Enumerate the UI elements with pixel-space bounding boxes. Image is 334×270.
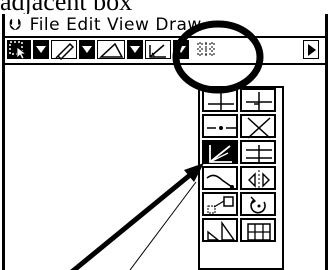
perpendicular-bisector-tool[interactable]	[240, 88, 276, 112]
intersection-icon	[247, 117, 271, 139]
grid-tool-button[interactable]	[195, 40, 219, 59]
construct-flyout-menu	[198, 86, 284, 270]
angle-bisector-icon	[209, 145, 232, 163]
scroll-right-icon	[308, 44, 316, 56]
menu-chevron-icon[interactable]: ⮋	[5, 14, 27, 36]
tangent-icon	[206, 174, 234, 189]
construct-tool-dropdown[interactable]	[173, 40, 189, 59]
menu-bar: ⮋ File Edit View Draw	[5, 14, 325, 38]
rotation-tool[interactable]	[240, 192, 276, 216]
parallel-tool[interactable]	[240, 140, 276, 164]
draw-tool-dropdown[interactable]	[79, 40, 95, 59]
translation-tool[interactable]	[202, 192, 238, 216]
reflection-icon	[248, 170, 270, 190]
construct-tool-button[interactable]	[145, 40, 171, 59]
menu-draw[interactable]: Draw	[152, 14, 204, 36]
menu-edit[interactable]: Edit	[63, 14, 104, 36]
draw-tool-button[interactable]	[51, 40, 77, 60]
table-icon	[247, 223, 271, 241]
rotation-icon	[250, 196, 266, 214]
perpendicular-bisector-icon	[246, 92, 272, 112]
tangent-tool[interactable]	[202, 166, 238, 190]
angle-measure-icon	[149, 44, 166, 58]
angle-bisector-tool[interactable]	[202, 140, 238, 164]
dilation-icon	[207, 220, 236, 241]
perpendicular-tool[interactable]	[202, 88, 238, 112]
reflection-tool[interactable]	[240, 166, 276, 190]
menu-file[interactable]: File	[27, 14, 63, 36]
toolbar	[5, 38, 325, 65]
caption-text: adjacent box	[0, 0, 334, 14]
select-tool-dropdown[interactable]	[33, 40, 49, 59]
midpoint-icon	[207, 126, 236, 130]
perpendicular-icon	[208, 92, 234, 112]
table-tool[interactable]	[240, 218, 276, 242]
grid-icon	[197, 42, 217, 57]
intersection-tool[interactable]	[240, 114, 276, 139]
toolbar-scroll-right[interactable]	[303, 40, 319, 59]
select-icon	[9, 41, 28, 59]
translation-icon	[207, 196, 234, 214]
dilation-tool[interactable]	[202, 218, 238, 242]
triangle-icon	[99, 42, 124, 58]
shape-tool-button[interactable]	[97, 40, 125, 59]
shape-tool-dropdown[interactable]	[127, 40, 143, 59]
midpoint-tool[interactable]	[202, 114, 238, 138]
pencil-icon	[55, 42, 75, 60]
select-tool-button[interactable]	[7, 40, 31, 59]
menu-view[interactable]: View	[104, 14, 152, 36]
parallel-icon	[246, 145, 272, 163]
